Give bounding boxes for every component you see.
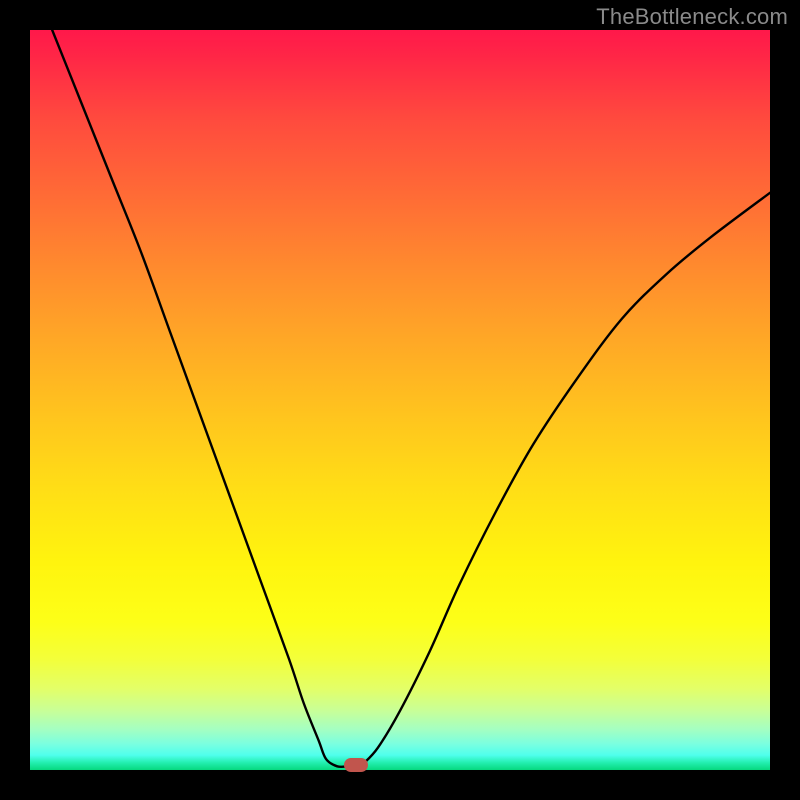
plot-area bbox=[30, 30, 770, 770]
bottleneck-curve bbox=[30, 30, 770, 770]
watermark-text: TheBottleneck.com bbox=[596, 4, 788, 30]
curve-right-branch bbox=[363, 193, 770, 764]
curve-left-branch bbox=[52, 30, 348, 767]
chart-frame: TheBottleneck.com bbox=[0, 0, 800, 800]
optimal-point-marker bbox=[344, 758, 368, 772]
